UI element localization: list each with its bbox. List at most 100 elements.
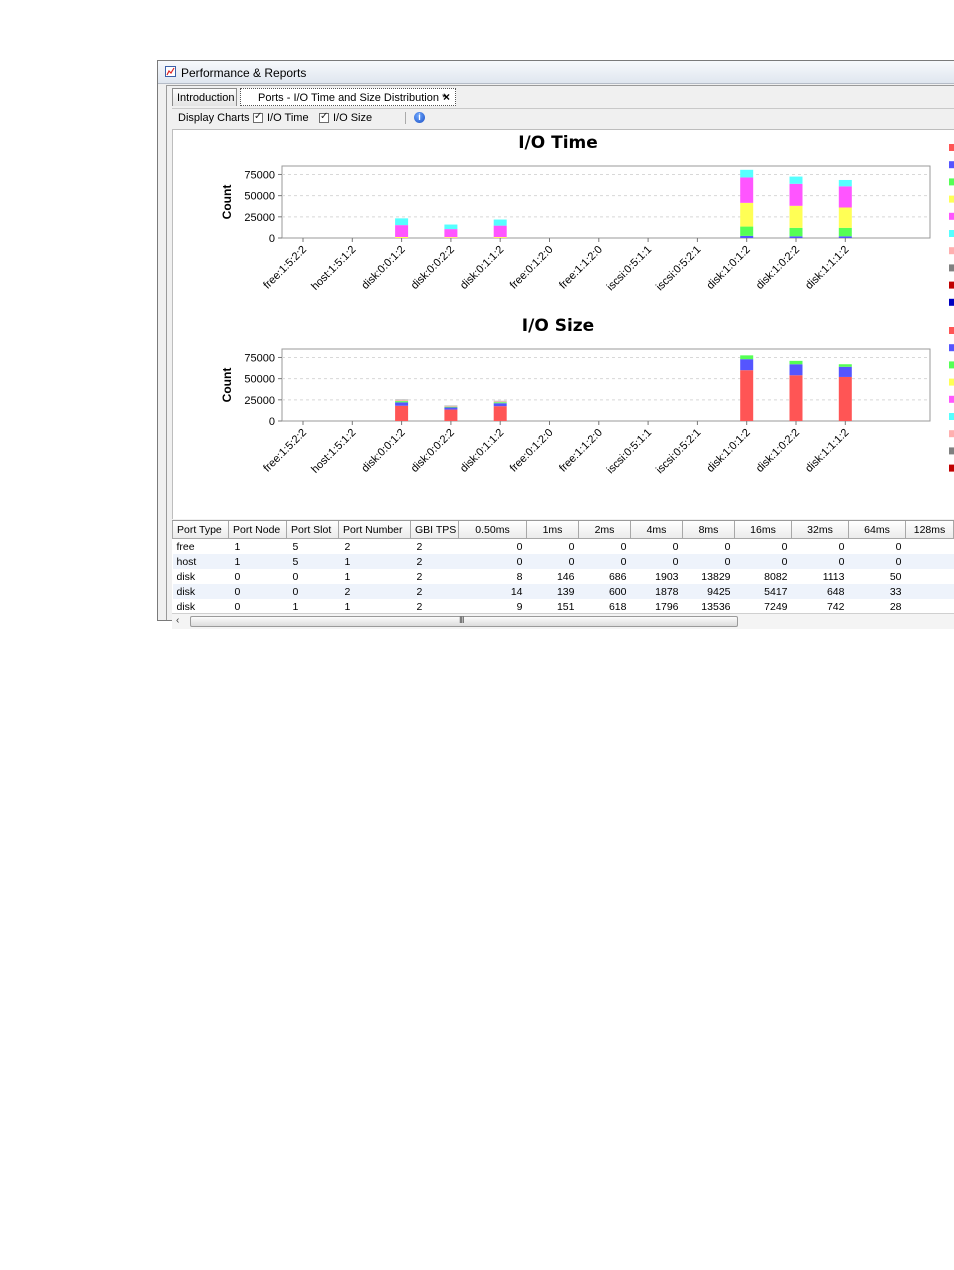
table-row[interactable]: disk 0 1 1 2 9 151 618 1796 13536 7249 742 28: [173, 599, 954, 614]
y-tick-label: 0: [269, 233, 275, 245]
bar-segment: [740, 370, 754, 421]
window-titlebar[interactable]: Performance & Reports: [158, 61, 954, 84]
legend-swatch: [949, 264, 954, 272]
x-tick-label: free:1:5:2:2: [261, 244, 309, 292]
x-tick-label: disk:0:0:2:2: [409, 427, 457, 475]
y-tick-label: 50000: [244, 191, 275, 203]
table-cell: 13536: [701, 600, 731, 613]
tab-ports-io-time-size[interactable]: Ports - I/O Time and Size Distribution *…: [240, 88, 456, 106]
legend-swatch: [949, 212, 954, 220]
x-tick-label: free:0:1:2:0: [508, 244, 556, 292]
horizontal-scrollbar[interactable]: ‹ III: [172, 613, 954, 629]
table-row[interactable]: free 1 5 2 2 0 0 0 0 0 0 0 0: [173, 539, 954, 555]
io-time-checkbox[interactable]: [253, 111, 263, 123]
bar-segment: [493, 403, 507, 407]
bar-segment: [493, 406, 507, 421]
table-cell: 2: [416, 540, 423, 553]
column-header[interactable]: Port Number: [338, 521, 411, 539]
column-header[interactable]: Port Type: [172, 521, 229, 539]
table-cell: 0: [734, 554, 792, 569]
data-table-container: Port Type Port Node Port Slot Port Number GB…: [172, 520, 954, 614]
table-cell: [905, 554, 954, 569]
plot-frame: [281, 348, 931, 422]
table-cell: disk: [172, 584, 229, 599]
bar-segment: [740, 226, 754, 236]
column-header[interactable]: 16ms: [734, 521, 792, 539]
legend-swatch: [949, 247, 954, 255]
bar-segment: [493, 402, 507, 404]
chart-title: I/O Time: [518, 133, 598, 153]
scroll-left-arrow-icon[interactable]: ‹: [176, 615, 179, 626]
bar-segment: [789, 227, 803, 237]
x-tick-label: iscsi:0:5:1:1: [605, 244, 655, 294]
scrollbar-thumb[interactable]: III: [190, 615, 738, 627]
column-header[interactable]: Port Node: [228, 521, 287, 539]
performance-reports-window: Performance & Reports Introduction Ports…: [157, 60, 954, 629]
bar-segment: [395, 218, 409, 226]
bar-segment: [838, 376, 852, 421]
y-tick-label: 75000: [244, 352, 275, 364]
bar-segment: [838, 186, 852, 208]
table-cell: 1: [228, 554, 287, 569]
table-cell: 1: [344, 570, 351, 583]
bar-segment: [444, 409, 458, 421]
table-header-row: Port Type Port Node Port Slot Port Number GB…: [172, 521, 954, 539]
y-tick-label: 25000: [244, 395, 275, 407]
x-tick-label: free:1:1:2:0: [557, 427, 605, 475]
bar-segment: [740, 202, 754, 227]
table-row[interactable]: disk 0 0 2 2 14 139 600 1878 9425 5417 648 33: [172, 584, 954, 599]
bar-segment: [444, 405, 458, 407]
table-cell: 2: [416, 570, 423, 583]
x-tick-label: disk:0:0:1:2: [359, 427, 407, 475]
table-cell: 0: [724, 540, 731, 553]
bar-segment: [395, 402, 409, 406]
bar-segment: [838, 364, 852, 367]
bar-segment: [395, 400, 409, 402]
x-tick-label: disk:0:1:1:2: [458, 244, 506, 292]
bar-segment: [444, 406, 458, 407]
column-header[interactable]: 0.50ms: [458, 521, 527, 539]
bar-segment: [444, 407, 458, 410]
column-header[interactable]: Port Slot: [286, 521, 339, 539]
table-cell: 1878: [630, 584, 683, 599]
x-tick-label: disk:0:0:2:2: [409, 244, 457, 292]
legend-swatch: [949, 464, 954, 472]
column-header[interactable]: 1ms: [526, 521, 579, 539]
x-tick-label: disk:1:0:2:2: [754, 427, 802, 475]
column-header[interactable]: 8ms: [682, 521, 735, 539]
table-cell: 146: [556, 570, 575, 583]
column-header[interactable]: 32ms: [791, 521, 849, 539]
table-cell: 7249: [764, 600, 788, 613]
table-cell: 0: [458, 554, 527, 569]
table-row[interactable]: disk 0 0 1 2 8 146 686 1903 13829 8082 1113 50: [173, 569, 954, 584]
legend-swatch: [949, 161, 954, 169]
x-tick-label: disk:0:1:1:2: [458, 427, 506, 475]
table-cell: [906, 599, 954, 614]
bar-segment: [789, 360, 803, 365]
tab-introduction[interactable]: Introduction: [172, 88, 237, 106]
io-size-checkbox-label[interactable]: I/O Size: [333, 112, 372, 124]
io-time-checkbox-label[interactable]: I/O Time: [267, 112, 309, 124]
column-header[interactable]: 128ms: [905, 521, 954, 539]
column-header[interactable]: 4ms: [630, 521, 683, 539]
table-cell: [906, 539, 954, 555]
close-tab-icon[interactable]: ×: [443, 90, 450, 104]
table-cell: 5: [292, 540, 299, 553]
info-icon[interactable]: i: [414, 112, 425, 123]
x-tick-label: disk:1:0:1:2: [705, 427, 753, 475]
table-cell: 648: [791, 584, 849, 599]
tab-label: Ports - I/O Time and Size Distribution *: [258, 92, 447, 104]
legend-swatch: [949, 413, 954, 420]
table-cell: 1796: [655, 600, 679, 613]
table-cell: 9425: [682, 584, 735, 599]
bar-segment: [395, 401, 409, 403]
bar-segment: [789, 205, 803, 228]
io-size-checkbox[interactable]: [319, 111, 329, 123]
column-header[interactable]: 2ms: [578, 521, 631, 539]
chart-toolbar: Display Charts I/O Time I/O Size i: [172, 108, 954, 129]
table-cell: 1: [344, 600, 351, 613]
column-header[interactable]: 64ms: [848, 521, 906, 539]
table-row[interactable]: host 1 5 1 2 0 0 0 0 0 0 0 0: [172, 554, 954, 569]
charts-canvas: I/O Time 0 25000 50000 75000 Count free:1:5:2:…: [220, 133, 954, 476]
column-header[interactable]: GBI TPS: [410, 521, 459, 539]
